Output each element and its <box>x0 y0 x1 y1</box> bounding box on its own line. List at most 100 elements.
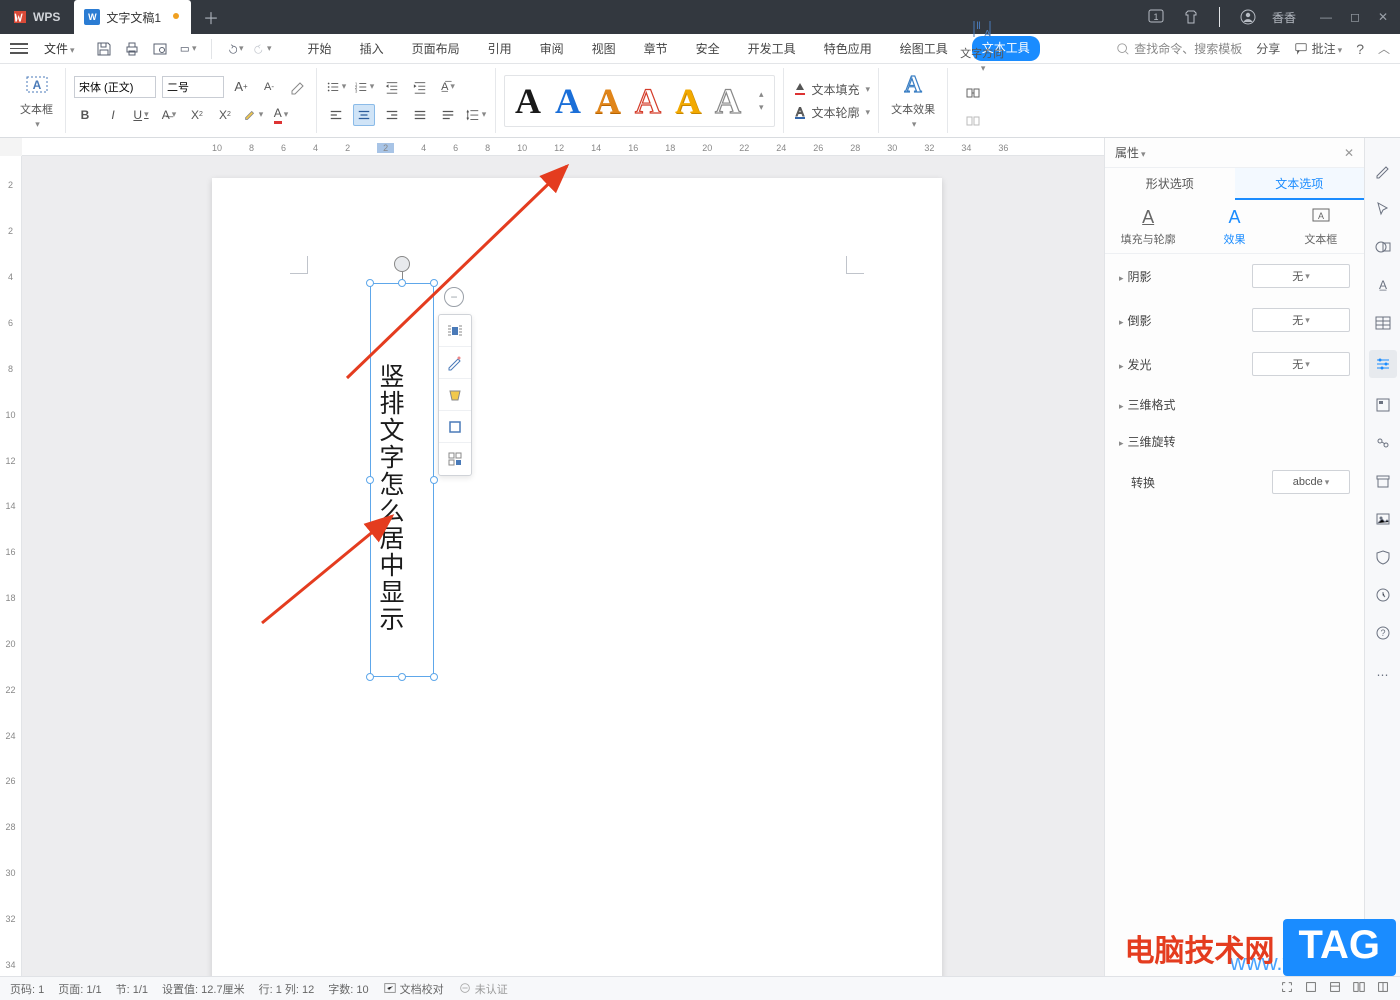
quickprint-icon[interactable] <box>179 40 197 58</box>
shape-fill-float-button[interactable] <box>439 379 471 411</box>
bold-button[interactable]: B <box>74 104 96 126</box>
line-spacing-button[interactable] <box>465 104 487 126</box>
resize-handle-n[interactable] <box>398 279 406 287</box>
decrease-indent-button[interactable] <box>381 76 403 98</box>
minimize-button[interactable]: — <box>1320 10 1332 24</box>
subscript-button[interactable]: X2 <box>214 104 236 126</box>
tab-start[interactable]: 开始 <box>304 36 336 61</box>
font-color-button[interactable]: A <box>270 104 292 126</box>
sidestrip-cursor-icon[interactable] <box>1372 198 1394 220</box>
file-menu[interactable]: 文件 <box>36 40 83 57</box>
resize-handle-sw[interactable] <box>366 673 374 681</box>
comment-button[interactable]: 批注 <box>1294 40 1342 57</box>
vertical-ruler[interactable]: 22 46 810 1214 1618 2022 2426 2830 3234 <box>0 156 22 976</box>
clear-format-button[interactable] <box>286 76 308 98</box>
align-right-button[interactable] <box>381 104 403 126</box>
highlight-button[interactable] <box>242 104 264 126</box>
collapse-ribbon-button[interactable]: ︿ <box>1378 40 1390 57</box>
status-words[interactable]: 字数: 10 <box>328 981 368 997</box>
hamburger-icon[interactable] <box>10 40 28 58</box>
sidestrip-shape-icon[interactable] <box>1372 236 1394 258</box>
style-preset-4[interactable]: A <box>635 80 661 122</box>
style-preset-1[interactable]: A <box>515 80 541 122</box>
user-icon[interactable] <box>1238 7 1258 27</box>
tab-developer[interactable]: 开发工具 <box>744 36 800 61</box>
panel-title[interactable]: 属性 <box>1115 144 1146 161</box>
shadow-dropdown[interactable]: 无 <box>1252 264 1350 288</box>
status-proof[interactable]: 文档校对 <box>383 981 444 997</box>
align-justify-button[interactable] <box>409 104 431 126</box>
view-mode-2[interactable] <box>1328 980 1342 997</box>
redo-icon[interactable] <box>254 40 272 58</box>
sidestrip-table-icon[interactable] <box>1372 312 1394 334</box>
rotate-handle[interactable] <box>394 256 410 272</box>
view-mode-1[interactable] <box>1304 980 1318 997</box>
subnav-textbox[interactable]: A文本框 <box>1278 200 1364 253</box>
command-search[interactable]: 查找命令、搜索模板 <box>1116 40 1242 57</box>
tab-security[interactable]: 安全 <box>692 36 724 61</box>
sidestrip-pencil-icon[interactable] <box>1372 160 1394 182</box>
superscript-button[interactable]: X2 <box>186 104 208 126</box>
resize-handle-nw[interactable] <box>366 279 374 287</box>
view-mode-4[interactable] <box>1376 980 1390 997</box>
resize-handle-s[interactable] <box>398 673 406 681</box>
badge-icon[interactable]: 1 <box>1147 7 1167 27</box>
shrink-font-button[interactable]: A- <box>258 76 280 98</box>
style-preset-2[interactable]: A <box>555 80 581 122</box>
style-preset-6[interactable]: A <box>715 80 741 122</box>
skin-icon[interactable] <box>1181 7 1201 27</box>
style-preset-3[interactable]: A <box>595 80 621 122</box>
text-outline-button[interactable]: A文本轮廓 <box>792 104 871 121</box>
tab-section[interactable]: 章节 <box>640 36 672 61</box>
unlink-textbox-button[interactable] <box>962 110 984 132</box>
link-textbox-button[interactable] <box>962 82 984 104</box>
prop-reflection[interactable]: ▸倒影无 <box>1105 298 1364 342</box>
increase-indent-button[interactable] <box>409 76 431 98</box>
sidestrip-text-icon[interactable]: A̲ <box>1372 274 1394 296</box>
resize-handle-e[interactable] <box>430 476 438 484</box>
status-page[interactable]: 页面: 1/1 <box>58 981 101 997</box>
panel-tab-text[interactable]: 文本选项 <box>1235 168 1365 200</box>
case-button[interactable]: A̲̅ <box>437 76 459 98</box>
sidestrip-properties-icon[interactable] <box>1369 350 1397 378</box>
vertical-textbox[interactable]: 竖排文字怎么居中显示 <box>370 283 434 677</box>
status-section[interactable]: 节: 1/1 <box>116 981 148 997</box>
bullet-list-button[interactable] <box>325 76 347 98</box>
document-tab[interactable]: W 文字文稿1 <box>74 0 191 34</box>
sidestrip-protect-icon[interactable] <box>1372 546 1394 568</box>
canvas[interactable]: 竖排文字怎么居中显示 − <box>22 156 1104 976</box>
tab-insert[interactable]: 插入 <box>356 36 388 61</box>
fullscreen-button[interactable] <box>1280 980 1294 997</box>
resize-handle-ne[interactable] <box>430 279 438 287</box>
resize-handle-se[interactable] <box>430 673 438 681</box>
prop-glow[interactable]: ▸发光无 <box>1105 342 1364 386</box>
italic-button[interactable]: I <box>102 104 124 126</box>
sidestrip-history-icon[interactable] <box>1372 584 1394 606</box>
grow-font-button[interactable]: A+ <box>230 76 252 98</box>
glow-dropdown[interactable]: 无 <box>1252 352 1350 376</box>
wrap-text-button[interactable] <box>439 315 471 347</box>
sidestrip-more-icon[interactable]: ⋯ <box>1372 664 1394 686</box>
help-button[interactable]: ? <box>1356 41 1364 57</box>
style-preset-5[interactable]: A <box>675 80 701 122</box>
share-button[interactable]: 分享 <box>1256 40 1280 57</box>
sidestrip-chart-icon[interactable] <box>1372 432 1394 454</box>
resize-handle-w[interactable] <box>366 476 374 484</box>
font-name-input[interactable] <box>74 76 156 98</box>
tab-drawtools[interactable]: 绘图工具 <box>896 36 952 61</box>
tab-layout[interactable]: 页面布局 <box>408 36 464 61</box>
panel-tab-shape[interactable]: 形状选项 <box>1105 168 1235 200</box>
align-left-button[interactable] <box>325 104 347 126</box>
shape-outline-float-button[interactable] <box>439 411 471 443</box>
tab-review[interactable]: 审阅 <box>536 36 568 61</box>
prop-transform[interactable]: 转换abcde <box>1105 460 1364 504</box>
number-list-button[interactable]: 123 <box>353 76 375 98</box>
underline-button[interactable]: U <box>130 104 152 126</box>
close-button[interactable]: ✕ <box>1378 10 1388 24</box>
status-pageno[interactable]: 页码: 1 <box>10 981 44 997</box>
prop-3drotate[interactable]: ▸三维旋转 <box>1105 423 1364 460</box>
text-direction-button[interactable]: ⅡA 文字方向 <box>956 13 1008 76</box>
sidestrip-template-icon[interactable] <box>1372 394 1394 416</box>
status-uncert[interactable]: 未认证 <box>458 981 508 997</box>
preview-icon[interactable] <box>151 40 169 58</box>
